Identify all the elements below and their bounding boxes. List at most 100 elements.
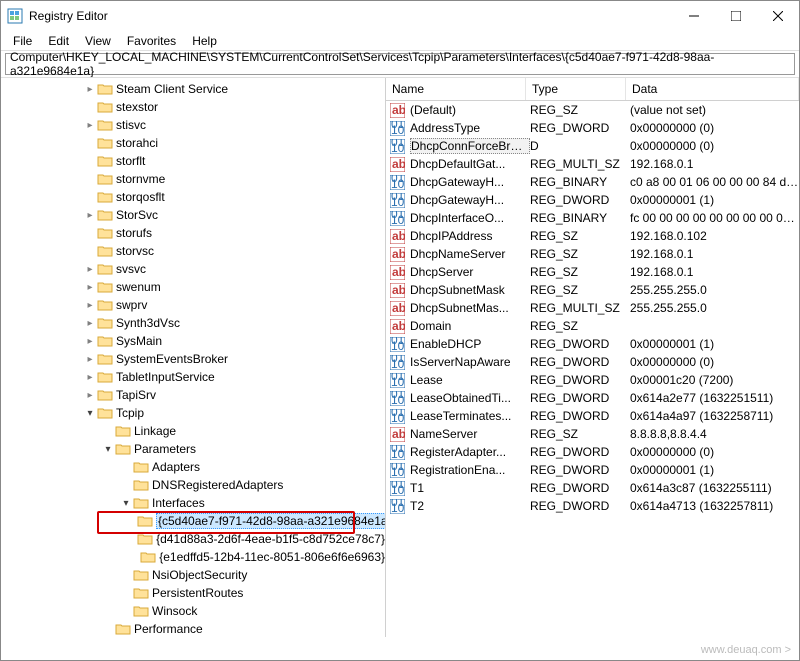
tree-item[interactable]: storahci: [1, 134, 385, 152]
value-type: REG_SZ: [530, 265, 630, 279]
value-row[interactable]: abDomainREG_SZ: [386, 317, 799, 335]
tree-item[interactable]: ▸stisvc: [1, 116, 385, 134]
chevron-icon[interactable]: ▸: [83, 372, 97, 383]
value-type: REG_DWORD: [530, 121, 630, 135]
value-row[interactable]: ab(Default)REG_SZ(value not set): [386, 101, 799, 119]
chevron-icon[interactable]: ▸: [83, 354, 97, 365]
tree-item[interactable]: ▸Steam Client Service: [1, 80, 385, 98]
chevron-icon[interactable]: ▸: [83, 264, 97, 275]
value-row[interactable]: abDhcpSubnetMaskREG_SZ255.255.255.0: [386, 281, 799, 299]
close-button[interactable]: [757, 2, 799, 30]
value-row[interactable]: 011100LeaseObtainedTi...REG_DWORD0x614a2…: [386, 389, 799, 407]
tree-item[interactable]: ▸swenum: [1, 278, 385, 296]
menu-edit[interactable]: Edit: [40, 32, 77, 50]
chevron-icon[interactable]: ▾: [119, 498, 133, 509]
tree-item[interactable]: Adapters: [1, 458, 385, 476]
col-data[interactable]: Data: [626, 78, 799, 100]
chevron-icon[interactable]: ▾: [83, 408, 97, 419]
folder-icon: [137, 514, 153, 528]
folder-icon: [97, 316, 113, 330]
tree-item[interactable]: stornvme: [1, 170, 385, 188]
value-row[interactable]: 011100LeaseREG_DWORD0x00001c20 (7200): [386, 371, 799, 389]
values-pane[interactable]: Name Type Data ab(Default)REG_SZ(value n…: [386, 78, 799, 637]
tree-item[interactable]: storufs: [1, 224, 385, 242]
chevron-icon[interactable]: ▸: [83, 210, 97, 221]
tree-item[interactable]: {e1edffd5-12b4-11ec-8051-806e6f6e6963}: [1, 548, 385, 566]
tree-item[interactable]: Winsock: [1, 602, 385, 620]
tree-item[interactable]: ▾Interfaces: [1, 494, 385, 512]
value-row[interactable]: 011100T2REG_DWORD0x614a4713 (1632257811): [386, 497, 799, 515]
tree-pane[interactable]: ▸Steam Client Servicestexstor▸stisvcstor…: [1, 78, 386, 637]
chevron-icon[interactable]: ▾: [101, 444, 115, 455]
value-row[interactable]: 011100DhcpInterfaceO...REG_BINARYfc 00 0…: [386, 209, 799, 227]
tree-label: storflt: [116, 154, 145, 168]
tree-item[interactable]: {d41d88a3-2d6f-4eae-b1f5-c8d752ce78c7}: [1, 530, 385, 548]
tree-item[interactable]: ▸swprv: [1, 296, 385, 314]
chevron-icon[interactable]: ▸: [83, 300, 97, 311]
binary-icon: 011100: [390, 445, 406, 460]
value-row[interactable]: 011100LeaseTerminates...REG_DWORD0x614a4…: [386, 407, 799, 425]
tree-item[interactable]: DNSRegisteredAdapters: [1, 476, 385, 494]
tree-item[interactable]: storflt: [1, 152, 385, 170]
value-row[interactable]: 011100EnableDHCPREG_DWORD0x00000001 (1): [386, 335, 799, 353]
menu-file[interactable]: File: [5, 32, 40, 50]
tree-item[interactable]: Linkage: [1, 422, 385, 440]
value-name: DhcpNameServer: [410, 247, 530, 261]
chevron-icon[interactable]: ▸: [83, 318, 97, 329]
value-row[interactable]: 011100DhcpConnForceBroadcastFlagD0x00000…: [386, 137, 799, 155]
chevron-icon[interactable]: ▸: [83, 336, 97, 347]
value-row[interactable]: abDhcpSubnetMas...REG_MULTI_SZ255.255.25…: [386, 299, 799, 317]
value-row[interactable]: 011100IsServerNapAwareREG_DWORD0x0000000…: [386, 353, 799, 371]
value-row[interactable]: 011100RegisterAdapter...REG_DWORD0x00000…: [386, 443, 799, 461]
value-row[interactable]: 011100AddressTypeREG_DWORD0x00000000 (0): [386, 119, 799, 137]
menu-view[interactable]: View: [77, 32, 119, 50]
address-text: Computer\HKEY_LOCAL_MACHINE\SYSTEM\Curre…: [10, 50, 794, 78]
tree-item[interactable]: ▾Parameters: [1, 440, 385, 458]
tree-item[interactable]: ▾Tcpip: [1, 404, 385, 422]
tree-item[interactable]: NsiObjectSecurity: [1, 566, 385, 584]
chevron-icon[interactable]: ▸: [83, 282, 97, 293]
value-row[interactable]: abDhcpNameServerREG_SZ192.168.0.1: [386, 245, 799, 263]
tree-label: {d41d88a3-2d6f-4eae-b1f5-c8d752ce78c7}: [156, 532, 385, 546]
value-row[interactable]: abDhcpDefaultGat...REG_MULTI_SZ192.168.0…: [386, 155, 799, 173]
tree-item[interactable]: ▸SystemEventsBroker: [1, 350, 385, 368]
tree-item[interactable]: ▸TapiSrv: [1, 386, 385, 404]
tree-item[interactable]: ▸StorSvc: [1, 206, 385, 224]
value-name: AddressType: [410, 121, 530, 135]
value-row[interactable]: 011100RegistrationEna...REG_DWORD0x00000…: [386, 461, 799, 479]
tree-item[interactable]: PersistentRoutes: [1, 584, 385, 602]
string-icon: ab: [390, 247, 406, 262]
value-row[interactable]: abNameServerREG_SZ8.8.8.8,8.8.4.4: [386, 425, 799, 443]
value-type: REG_DWORD: [530, 391, 630, 405]
value-data: 0x614a4713 (1632257811): [630, 499, 799, 513]
value-row[interactable]: abDhcpServerREG_SZ192.168.0.1: [386, 263, 799, 281]
value-data: 0x00000000 (0): [630, 121, 799, 135]
value-row[interactable]: 011100T1REG_DWORD0x614a3c87 (1632255111): [386, 479, 799, 497]
tree-label: storvsc: [116, 244, 154, 258]
minimize-button[interactable]: [673, 2, 715, 30]
tree-item[interactable]: storqosflt: [1, 188, 385, 206]
string-icon: ab: [390, 283, 406, 298]
tree-item[interactable]: ▸TabletInputService: [1, 368, 385, 386]
tree-item[interactable]: ▸svsvc: [1, 260, 385, 278]
address-bar[interactable]: Computer\HKEY_LOCAL_MACHINE\SYSTEM\Curre…: [5, 53, 795, 75]
string-icon: ab: [390, 319, 406, 334]
col-name[interactable]: Name: [386, 78, 526, 100]
tree-item[interactable]: ▸SysMain: [1, 332, 385, 350]
chevron-icon[interactable]: ▸: [83, 390, 97, 401]
tree-item[interactable]: stexstor: [1, 98, 385, 116]
value-row[interactable]: 011100DhcpGatewayH...REG_DWORD0x00000001…: [386, 191, 799, 209]
value-row[interactable]: 011100DhcpGatewayH...REG_BINARYc0 a8 00 …: [386, 173, 799, 191]
tree-item[interactable]: ▸Synth3dVsc: [1, 314, 385, 332]
chevron-icon[interactable]: ▸: [83, 84, 97, 95]
menu-bar: File Edit View Favorites Help: [1, 31, 799, 51]
value-row[interactable]: abDhcpIPAddressREG_SZ192.168.0.102: [386, 227, 799, 245]
maximize-button[interactable]: [715, 2, 757, 30]
menu-help[interactable]: Help: [184, 32, 225, 50]
tree-item[interactable]: {c5d40ae7-f971-42d8-98aa-a321e9684e1a}: [1, 512, 385, 530]
menu-favorites[interactable]: Favorites: [119, 32, 184, 50]
col-type[interactable]: Type: [526, 78, 626, 100]
tree-item[interactable]: storvsc: [1, 242, 385, 260]
chevron-icon[interactable]: ▸: [83, 120, 97, 131]
tree-item[interactable]: Performance: [1, 620, 385, 637]
